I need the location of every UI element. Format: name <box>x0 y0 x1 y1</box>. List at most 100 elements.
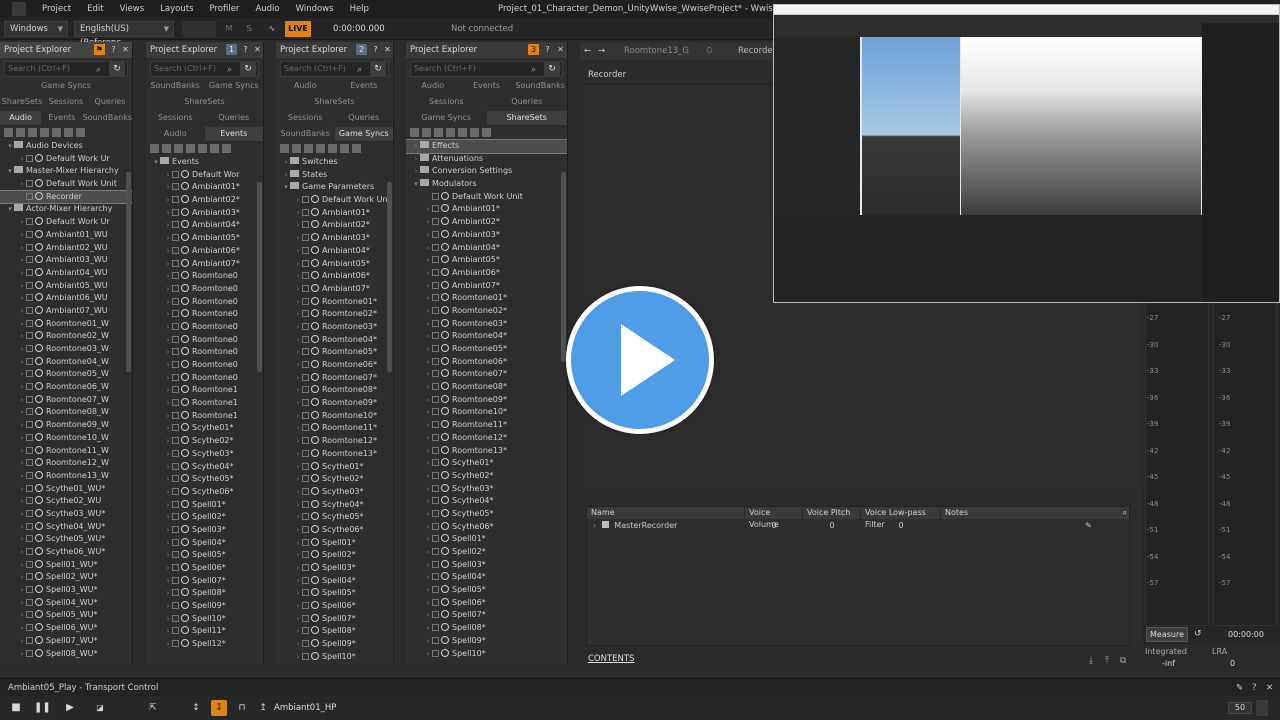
tree-item[interactable]: › Ambiant01* <box>276 207 393 220</box>
transport-mode-icon[interactable]: ↕ <box>188 700 204 716</box>
power-icon[interactable] <box>181 613 189 622</box>
close-icon[interactable]: ✕ <box>382 44 393 55</box>
chevron-right-icon[interactable]: › <box>164 283 172 296</box>
col-voice-lpf[interactable]: Voice Low-pass Filter <box>861 507 941 529</box>
power-icon[interactable] <box>311 588 319 597</box>
include-checkbox[interactable] <box>302 614 309 622</box>
new-item-icon[interactable] <box>186 144 195 153</box>
tree-item[interactable]: › Scythe01* <box>406 457 567 470</box>
tree-item[interactable]: › Spell06* <box>146 562 263 575</box>
power-icon[interactable] <box>441 280 449 289</box>
include-checkbox[interactable] <box>302 513 309 521</box>
include-checkbox[interactable] <box>432 560 439 568</box>
include-checkbox[interactable] <box>302 373 309 381</box>
tree-item[interactable]: › Roomtone05* <box>406 343 567 356</box>
new-item-icon[interactable] <box>316 144 325 153</box>
power-icon[interactable] <box>311 283 319 292</box>
tree-item[interactable]: › Spell11* <box>146 625 263 638</box>
power-icon[interactable] <box>441 521 449 530</box>
folder-icon[interactable] <box>64 128 73 137</box>
chevron-right-icon[interactable]: › <box>18 546 26 559</box>
include-checkbox[interactable] <box>172 487 179 495</box>
include-checkbox[interactable] <box>172 234 179 242</box>
power-icon[interactable] <box>441 293 449 302</box>
power-icon[interactable] <box>311 651 319 660</box>
include-checkbox[interactable] <box>172 373 179 381</box>
chevron-right-icon[interactable]: › <box>18 178 26 191</box>
chevron-right-icon[interactable]: › <box>282 169 290 182</box>
back-arrow-icon[interactable]: ← <box>584 42 591 60</box>
tab-queries[interactable]: Queries <box>487 95 568 109</box>
tab-events[interactable]: Events <box>204 127 263 141</box>
power-icon[interactable] <box>181 321 189 330</box>
chevron-right-icon[interactable]: › <box>294 562 302 575</box>
tree-item[interactable]: › Roomtone06_W <box>0 381 132 394</box>
include-checkbox[interactable] <box>26 586 33 594</box>
tree-item[interactable]: › Spell01* <box>146 499 263 512</box>
tree-item[interactable]: › Spell10* <box>276 651 393 664</box>
measure-button[interactable]: Measure <box>1146 627 1188 642</box>
include-checkbox[interactable] <box>172 602 179 610</box>
chevron-right-icon[interactable]: › <box>424 648 432 661</box>
include-checkbox[interactable] <box>172 284 179 292</box>
include-checkbox[interactable] <box>26 573 33 581</box>
power-icon[interactable] <box>441 572 449 581</box>
chevron-right-icon[interactable]: › <box>164 359 172 372</box>
tree-item[interactable]: › Scythe01* <box>276 461 393 474</box>
include-checkbox[interactable] <box>302 551 309 559</box>
transport-value[interactable]: 50 <box>1228 702 1252 714</box>
power-icon[interactable] <box>311 486 319 495</box>
editor-tab-recorder[interactable]: Recorder <box>738 42 776 60</box>
power-icon[interactable] <box>181 575 189 584</box>
chevron-right-icon[interactable]: › <box>164 587 172 600</box>
power-icon[interactable] <box>181 601 189 610</box>
power-icon[interactable] <box>181 347 189 356</box>
chevron-down-icon[interactable]: ▾ <box>152 156 160 169</box>
sort-icon[interactable] <box>222 144 231 153</box>
tree-item[interactable]: › Roomtone07_W <box>0 394 132 407</box>
power-icon[interactable] <box>181 296 189 305</box>
include-checkbox[interactable] <box>432 383 439 391</box>
chevron-right-icon[interactable]: › <box>18 242 26 255</box>
chevron-right-icon[interactable]: › <box>164 524 172 537</box>
include-checkbox[interactable] <box>172 246 179 254</box>
power-icon[interactable] <box>441 585 449 594</box>
tree-item[interactable]: › Roomtone13* <box>276 448 393 461</box>
tree-item[interactable]: › Scythe05_WU* <box>0 533 132 546</box>
brake-icon[interactable]: ◪ <box>92 700 108 716</box>
tree-item[interactable]: › Spell02* <box>276 549 393 562</box>
menu-edit[interactable]: Edit <box>79 0 111 18</box>
power-icon[interactable] <box>441 344 449 352</box>
expand-icon[interactable] <box>410 128 419 137</box>
include-checkbox[interactable] <box>432 509 439 517</box>
power-icon[interactable] <box>181 524 189 533</box>
include-checkbox[interactable] <box>172 411 179 419</box>
power-icon[interactable] <box>441 432 449 441</box>
chevron-right-icon[interactable]: › <box>294 372 302 385</box>
chevron-right-icon[interactable]: › <box>164 461 172 474</box>
chevron-right-icon[interactable]: › <box>424 229 432 242</box>
include-checkbox[interactable] <box>26 345 33 352</box>
include-checkbox[interactable] <box>26 357 33 365</box>
tab-sharesets[interactable]: ShareSets <box>276 95 393 109</box>
include-checkbox[interactable] <box>432 573 439 581</box>
tree-item[interactable]: › Scythe06* <box>406 521 567 534</box>
chevron-right-icon[interactable]: › <box>294 422 302 435</box>
chevron-right-icon[interactable]: › <box>294 308 302 321</box>
chevron-right-icon[interactable]: › <box>424 533 432 546</box>
chevron-right-icon[interactable]: › <box>18 432 26 445</box>
expand-icon[interactable] <box>150 144 159 153</box>
tree-item[interactable]: › Roomtone04_W <box>0 356 132 369</box>
include-checkbox[interactable] <box>172 640 179 648</box>
chevron-right-icon[interactable]: › <box>164 435 172 448</box>
collapse-icon[interactable] <box>162 144 171 153</box>
include-checkbox[interactable] <box>432 256 439 264</box>
include-checkbox[interactable] <box>302 525 309 533</box>
power-icon[interactable] <box>181 410 189 419</box>
tab-sharesets[interactable]: ShareSets <box>486 111 567 125</box>
include-checkbox[interactable] <box>432 471 439 479</box>
tree-item[interactable]: › Roomtone13_W <box>0 470 132 483</box>
tree-item[interactable]: › Ambiant07* <box>146 258 263 271</box>
chevron-right-icon[interactable]: › <box>294 207 302 220</box>
tab-soundbanks[interactable]: SoundBanks <box>513 79 567 93</box>
